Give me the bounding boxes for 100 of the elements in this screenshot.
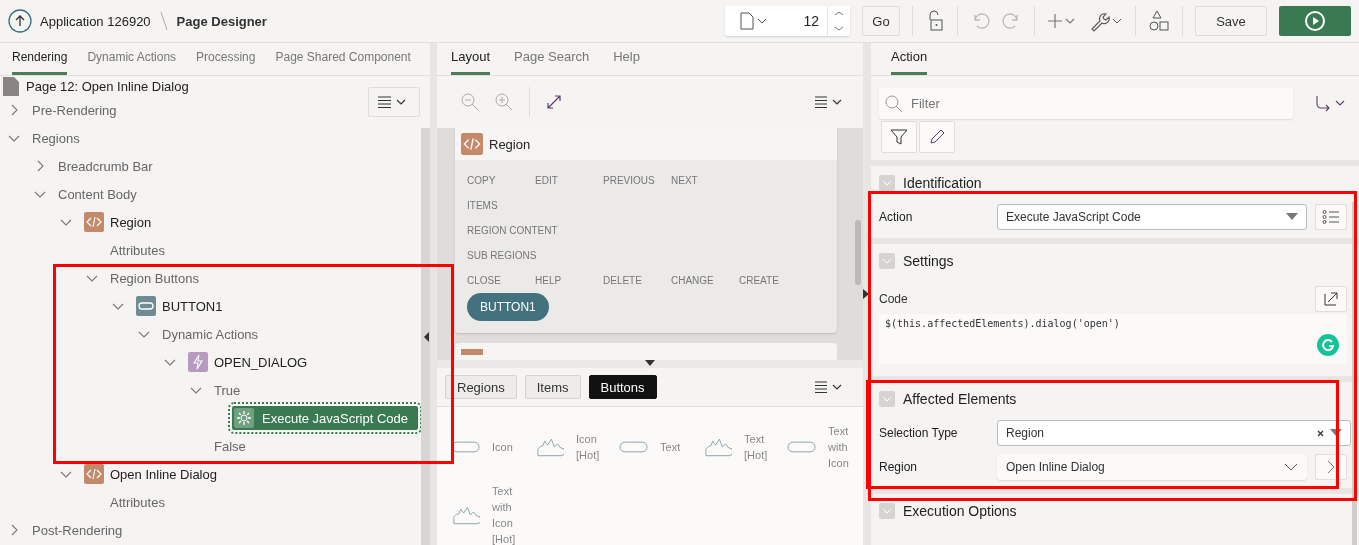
- section-title: Execution Options: [903, 503, 1017, 519]
- gallery-label: Icon [Hot]: [576, 432, 601, 463]
- section-title: Settings: [903, 253, 954, 269]
- tree-node[interactable]: Dynamic Actions: [162, 326, 259, 342]
- gallery-tab[interactable]: Items: [524, 375, 581, 399]
- wrench-menu-icon[interactable]: [1089, 10, 1123, 32]
- panel-tab[interactable]: Layout: [451, 49, 491, 75]
- field-label: Selection Type: [879, 426, 959, 440]
- search-icon: [885, 94, 903, 113]
- panel-tab[interactable]: Action: [891, 49, 928, 75]
- gear-icon: [234, 408, 254, 428]
- expand-icon[interactable]: [546, 94, 562, 110]
- gallery-label: Text: [660, 440, 682, 455]
- position-label: REGION CONTENT: [467, 224, 558, 237]
- tree-node[interactable]: Region Buttons: [110, 270, 199, 286]
- external-link-icon: [1323, 291, 1339, 307]
- field-label: Action: [879, 210, 914, 224]
- add-menu-icon[interactable]: [1047, 11, 1077, 31]
- page-number-field[interactable]: 12: [725, 6, 850, 36]
- tree-node[interactable]: Pre-Rendering: [32, 102, 117, 118]
- pill-button-icon[interactable]: [451, 440, 481, 454]
- tree-node[interactable]: Attributes: [110, 494, 165, 510]
- section-title: Identification: [903, 175, 982, 191]
- region-title: Region: [489, 136, 531, 152]
- tree-node[interactable]: False: [214, 438, 246, 454]
- tree-node[interactable]: OPEN_DIALOG: [214, 354, 308, 370]
- go-button[interactable]: Go: [862, 6, 900, 36]
- button-icon: [136, 296, 156, 316]
- tree-menu-button[interactable]: [368, 87, 420, 117]
- collapse-handle-icon[interactable]: [424, 331, 430, 342]
- page-menu-icon[interactable]: [739, 12, 769, 30]
- position-label: CREATE: [739, 274, 780, 287]
- field-label: Code: [879, 292, 908, 306]
- app-link[interactable]: Application 126920: [40, 13, 151, 29]
- panel-tab[interactable]: Help: [613, 49, 640, 75]
- separator-icon: [158, 10, 169, 32]
- tree-node[interactable]: BUTTON1: [162, 298, 223, 314]
- edit-button[interactable]: [919, 121, 955, 153]
- gallery-label: Icon: [492, 440, 514, 455]
- panel-tab[interactable]: Processing: [196, 50, 256, 75]
- position-label: EDIT: [535, 174, 559, 187]
- chevron-down-icon: [1284, 463, 1298, 471]
- select-field[interactable]: Region: [997, 420, 1351, 446]
- position-label: NEXT: [671, 174, 699, 187]
- page-icon: [2, 76, 20, 96]
- panel-tab[interactable]: Dynamic Actions: [87, 50, 177, 75]
- chevron-right-icon: [1326, 460, 1336, 474]
- code-editor[interactable]: $(this.affectedElements).dialog('open'): [879, 314, 1347, 364]
- select-field[interactable]: Execute JavaScript Code: [997, 204, 1307, 230]
- funnel-icon: [890, 128, 908, 146]
- list-icon: [1322, 209, 1340, 225]
- flame-icon[interactable]: [703, 436, 733, 458]
- flame-icon[interactable]: [451, 504, 481, 526]
- lightning-icon: [188, 352, 208, 372]
- position-label: HELP: [535, 274, 563, 287]
- run-button[interactable]: [1279, 6, 1351, 36]
- gallery-label: Text with Icon [Hot]: [492, 484, 517, 545]
- select-field[interactable]: Open Inline Dialog: [997, 454, 1307, 480]
- panel-tab[interactable]: Page Search: [514, 49, 590, 75]
- position-label: SUB REGIONS: [467, 249, 537, 262]
- clear-icon[interactable]: [1317, 429, 1324, 437]
- shapes-icon[interactable]: [1148, 10, 1170, 32]
- tree-node[interactable]: Page 12: Open Inline Dialog: [26, 78, 189, 94]
- tree-node[interactable]: Region: [110, 214, 152, 230]
- panel-tab[interactable]: Page Shared Component: [275, 50, 411, 75]
- position-label: COPY: [467, 174, 497, 187]
- pencil-icon: [928, 128, 946, 146]
- save-button[interactable]: Save: [1195, 6, 1267, 36]
- next-button[interactable]: [1315, 454, 1347, 480]
- field-label: Region: [879, 460, 919, 474]
- position-label: CHANGE: [671, 274, 715, 287]
- play-icon: [1304, 10, 1326, 32]
- tree-node[interactable]: Regions: [32, 130, 80, 146]
- tree-node[interactable]: Content Body: [58, 186, 137, 202]
- tree-node[interactable]: Post-Rendering: [32, 522, 123, 538]
- section-title: Affected Elements: [903, 391, 1017, 407]
- tree-node[interactable]: Open Inline Dialog: [110, 466, 217, 482]
- gallery-tab[interactable]: Buttons: [588, 375, 657, 399]
- filter-button[interactable]: [881, 121, 917, 153]
- position-label: PREVIOUS: [603, 174, 656, 187]
- gallery-label: Text with Icon: [828, 424, 850, 471]
- tree-node[interactable]: Breadcrumb Bar: [58, 158, 153, 174]
- tree-node[interactable]: True: [214, 382, 241, 398]
- region-card[interactable]: Region COPY EDIT PREVIOUS NEXT ITEMS REGION CONTENT SUB REGIONS CLOSE HELP DELETE CHANGE CREATE BUTTON1: [455, 128, 837, 333]
- position-label: DELETE: [603, 274, 643, 287]
- position-label: CLOSE: [467, 274, 502, 287]
- panel-tab[interactable]: Rendering: [12, 50, 68, 75]
- refresh-icon[interactable]: [1317, 334, 1339, 356]
- page-title: Page Designer: [176, 13, 267, 29]
- region-button[interactable]: BUTTON1: [467, 293, 549, 321]
- go-to-menu-icon[interactable]: [1315, 94, 1347, 113]
- position-label: ITEMS: [467, 199, 499, 212]
- gallery-label: Text [Hot]: [744, 432, 769, 463]
- open-editor-button[interactable]: [1315, 286, 1347, 312]
- gallery-tab[interactable]: Regions: [445, 375, 517, 399]
- flame-icon[interactable]: [535, 436, 565, 458]
- dropdown-arrow-icon: [1330, 429, 1342, 437]
- list-button[interactable]: [1315, 204, 1347, 230]
- tree-node[interactable]: Attributes: [110, 242, 165, 258]
- dropdown-arrow-icon: [1286, 213, 1298, 221]
